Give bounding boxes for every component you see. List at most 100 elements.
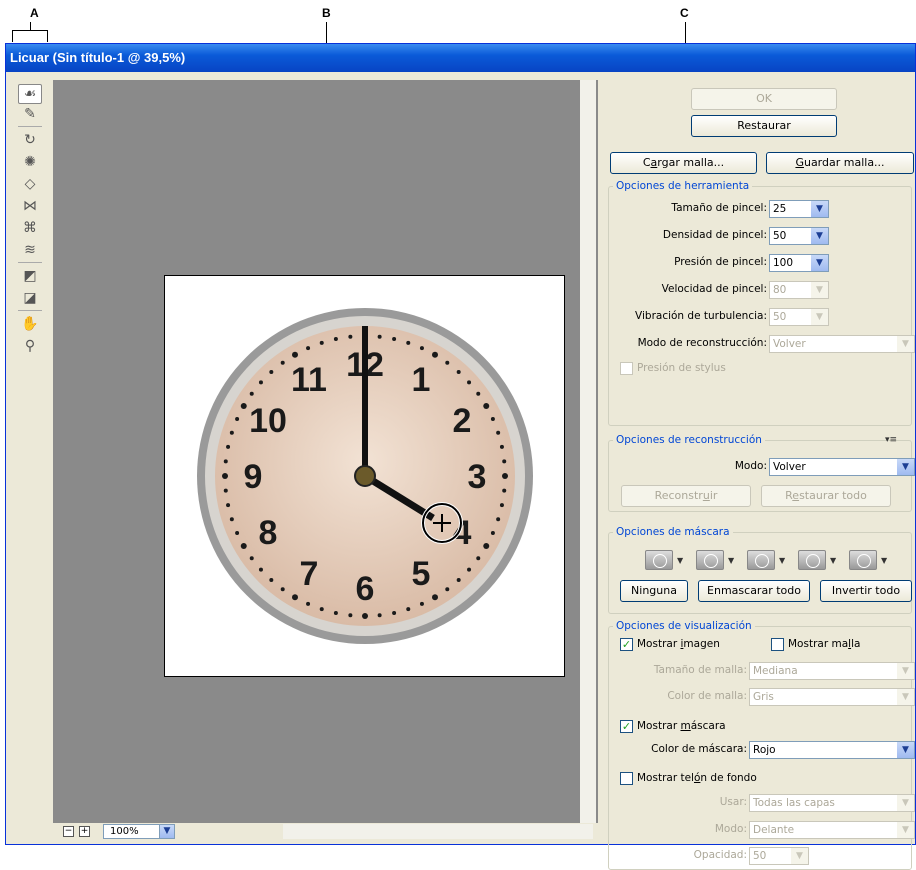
- mask-options-title: Opciones de máscara: [613, 526, 733, 538]
- use-select[interactable]: Todas las capas ▼: [749, 794, 915, 812]
- zoom-tool-icon[interactable]: ⚲: [18, 336, 42, 356]
- show-mask-checkbox[interactable]: ✓: [620, 720, 633, 733]
- warp-tool-icon[interactable]: ☙: [18, 84, 42, 104]
- save-mesh-button[interactable]: Guardar malla...: [766, 152, 914, 174]
- turbulence-tool-icon[interactable]: ≋: [18, 240, 42, 260]
- document-canvas[interactable]: 121234567891011: [164, 275, 565, 677]
- turbulent-jitter-field[interactable]: 50 ▼: [769, 308, 829, 326]
- invert-all-button[interactable]: Invertir todo: [820, 580, 912, 602]
- reconstruct-button[interactable]: Reconstruir: [621, 485, 751, 507]
- add-to-mask-button[interactable]: ▼: [696, 550, 740, 570]
- brush-pressure-field[interactable]: 100 ▼: [769, 254, 829, 272]
- invert-mask-button[interactable]: ▼: [849, 550, 893, 570]
- mesh-color-value: Gris: [753, 691, 774, 703]
- backdrop-mode-value: Delante: [753, 824, 795, 836]
- mesh-size-value: Mediana: [753, 665, 798, 677]
- clock-number: 7: [300, 555, 319, 593]
- reconstruct-mode-dropdown[interactable]: Volver ▼: [769, 458, 915, 476]
- minute-dot: [269, 578, 274, 583]
- bloat-tool-icon[interactable]: ◇: [18, 174, 42, 194]
- minute-dot: [502, 473, 508, 479]
- minute-dot: [377, 613, 382, 618]
- minute-dot: [280, 587, 285, 592]
- brush-size-label: Tamaño de pincel:: [671, 202, 767, 214]
- chevron-down-icon: ▼: [811, 309, 828, 325]
- minute-dot: [419, 346, 424, 351]
- subtract-from-mask-button[interactable]: ▼: [747, 550, 791, 570]
- mask-color-value: Rojo: [753, 744, 776, 756]
- backdrop-mode-select[interactable]: Delante ▼: [749, 821, 915, 839]
- push-left-tool-icon[interactable]: ⋈: [18, 196, 42, 216]
- minute-dot: [456, 369, 461, 374]
- show-backdrop-checkbox[interactable]: [620, 772, 633, 785]
- ok-button[interactable]: OK: [691, 88, 837, 110]
- restore-button[interactable]: Restaurar: [691, 115, 837, 137]
- minute-dot: [223, 488, 228, 493]
- show-image-checkbox[interactable]: ✓: [620, 638, 633, 651]
- load-mesh-button[interactable]: Cargar malla...: [610, 152, 757, 174]
- reconstruct-options-title: Opciones de reconstrucción: [613, 434, 765, 446]
- minute-dot: [348, 334, 353, 339]
- chevron-down-icon: ▼: [830, 556, 837, 565]
- pucker-tool-icon[interactable]: ✺: [18, 152, 42, 172]
- mask-all-button[interactable]: Enmascarar todo: [698, 580, 810, 602]
- mesh-color-select[interactable]: Gris ▼: [749, 688, 915, 706]
- minute-dot: [490, 417, 495, 422]
- use-value: Todas las capas: [753, 797, 835, 809]
- minute-dot: [392, 337, 397, 342]
- callout-b: B: [322, 6, 331, 20]
- callout-a-tick-left: [12, 30, 13, 42]
- chevron-down-icon: ▼: [811, 228, 828, 244]
- minute-dot: [419, 601, 424, 606]
- stylus-pressure-checkbox[interactable]: [620, 362, 633, 375]
- chevron-down-icon: ▼: [159, 825, 174, 838]
- mesh-size-select[interactable]: Mediana ▼: [749, 662, 915, 680]
- turbulent-jitter-label: Vibración de turbulencia:: [635, 310, 767, 322]
- chevron-down-icon: ▼: [811, 201, 828, 217]
- hand-tool-icon[interactable]: ✋: [18, 314, 42, 334]
- tool-separator: [18, 262, 42, 263]
- minute-dot: [445, 360, 450, 365]
- zoom-out-button[interactable]: −: [63, 826, 74, 837]
- minute-dot: [223, 459, 228, 464]
- tool-separator: [18, 310, 42, 311]
- liquify-dialog: Licuar (Sin título-1 @ 39,5%) ☙ ✎ ↻ ✺ ◇ …: [5, 43, 916, 870]
- thaw-mask-tool-icon[interactable]: ◪: [18, 288, 42, 308]
- zoom-in-button[interactable]: +: [79, 826, 90, 837]
- horizontal-scrollbar[interactable]: [283, 824, 593, 839]
- minute-dot: [432, 351, 438, 358]
- show-image-label: Mostrar imagen: [637, 638, 720, 650]
- reconstruct-mode-select[interactable]: Volver ▼: [769, 335, 915, 353]
- mask-invert-icon: [849, 550, 877, 570]
- chevron-down-icon: ▼: [897, 822, 914, 838]
- intersect-with-mask-button[interactable]: ▼: [798, 550, 842, 570]
- mirror-tool-icon[interactable]: ⌘: [18, 218, 42, 238]
- minute-dot: [445, 587, 450, 592]
- panel-menu-icon[interactable]: ▾≡: [885, 435, 897, 445]
- minute-dot: [292, 351, 298, 358]
- restore-all-button[interactable]: Restaurar todo: [761, 485, 891, 507]
- mesh-color-label: Color de malla:: [667, 690, 747, 702]
- mask-none-button[interactable]: Ninguna: [620, 580, 688, 602]
- freeze-mask-tool-icon[interactable]: ◩: [18, 266, 42, 286]
- vertical-scrollbar[interactable]: [580, 80, 596, 823]
- mask-color-select[interactable]: Rojo ▼: [749, 741, 915, 759]
- replace-selection-mask-button[interactable]: ▼: [645, 550, 689, 570]
- show-mesh-checkbox[interactable]: [771, 638, 784, 651]
- preview-area[interactable]: 121234567891011: [53, 80, 598, 831]
- mask-mode-row: ▼ ▼ ▼ ▼ ▼: [645, 550, 887, 570]
- minute-dot: [269, 369, 274, 374]
- minute-dot: [249, 556, 254, 561]
- brush-size-field[interactable]: 25 ▼: [769, 200, 829, 218]
- zoom-select[interactable]: 100% ▼: [103, 824, 175, 839]
- clock-number: 6: [356, 570, 375, 608]
- reconstruct-mode-label: Modo de reconstrucción:: [637, 337, 767, 349]
- brush-rate-field[interactable]: 80 ▼: [769, 281, 829, 299]
- reconstruct-tool-icon[interactable]: ✎: [18, 104, 42, 124]
- minute-dot: [467, 380, 472, 385]
- brush-density-field[interactable]: 50 ▼: [769, 227, 829, 245]
- opacity-select[interactable]: 50 ▼: [749, 847, 809, 865]
- minute-dot: [432, 594, 438, 601]
- minute-dot: [362, 613, 368, 619]
- twirl-clockwise-tool-icon[interactable]: ↻: [18, 130, 42, 150]
